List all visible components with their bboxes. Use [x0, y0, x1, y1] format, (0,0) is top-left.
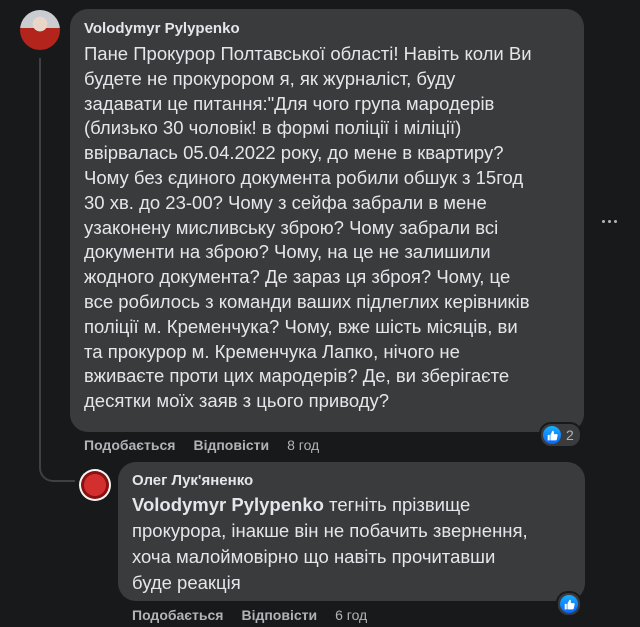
- thread-line: [39, 58, 41, 458]
- reply-button[interactable]: Відповісти: [193, 437, 269, 453]
- reply-actions: Подобається Відповісти 6 год: [132, 607, 367, 623]
- reply-button[interactable]: Відповісти: [241, 607, 317, 623]
- comment-actions: Подобається Відповісти 8 год: [84, 437, 319, 453]
- reaction-summary[interactable]: 2: [539, 422, 582, 448]
- reply-reaction[interactable]: [556, 591, 582, 617]
- comment-text: Пане Прокурор Полтавської області! Навіт…: [84, 43, 532, 412]
- like-button[interactable]: Подобається: [132, 607, 223, 623]
- avatar-logo: [81, 471, 109, 499]
- reply-avatar[interactable]: [79, 469, 111, 501]
- avatar[interactable]: [20, 10, 60, 50]
- reply-bubble: Олег Лук'яненко Volodymyr Pylypenko тегн…: [118, 462, 585, 601]
- comment-author[interactable]: Volodymyr Pylypenko: [84, 19, 570, 39]
- reaction-count: 2: [566, 427, 574, 443]
- timestamp[interactable]: 6 год: [335, 607, 367, 623]
- like-button[interactable]: Подобається: [84, 437, 175, 453]
- like-thumb-icon: [560, 595, 578, 613]
- comment-bubble: Volodymyr Pylypenko Пане Прокурор Полтав…: [70, 9, 584, 432]
- reply-author[interactable]: Олег Лук'яненко: [132, 471, 571, 491]
- reply-text: Volodymyr Pylypenko тегніть прізвище про…: [132, 492, 571, 596]
- like-thumb-icon: [543, 426, 561, 444]
- thread-line-branch: [39, 452, 75, 482]
- more-options-icon[interactable]: [596, 208, 622, 234]
- timestamp[interactable]: 8 год: [287, 437, 319, 453]
- mention-link[interactable]: Volodymyr Pylypenko: [132, 494, 324, 515]
